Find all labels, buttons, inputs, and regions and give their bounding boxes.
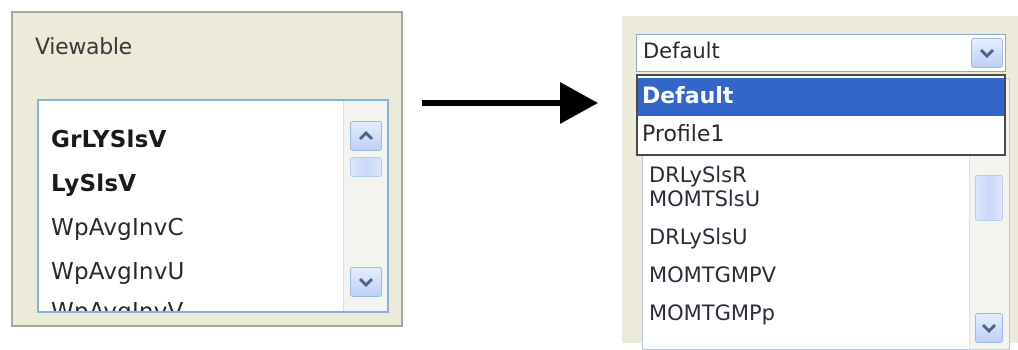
viewable-listbox[interactable]: GrLYSlsV LySlsV WpAvgInvC WpAvgInvU WpAv… <box>37 99 389 313</box>
dropdown-button[interactable] <box>971 38 1003 68</box>
scroll-down-button[interactable] <box>975 313 1003 343</box>
list-item[interactable]: DRLySlsR <box>649 163 747 187</box>
dropdown-option-default[interactable]: Default <box>638 78 1004 116</box>
vertical-scrollbar[interactable] <box>343 101 387 311</box>
scroll-down-button[interactable] <box>350 267 382 297</box>
chevron-up-icon <box>358 131 374 141</box>
scroll-up-button[interactable] <box>350 121 382 151</box>
combo-value: Default <box>643 39 720 63</box>
viewable-label: Viewable <box>35 35 132 60</box>
chevron-down-icon <box>358 277 374 287</box>
chevron-down-icon <box>979 48 995 58</box>
list-item[interactable]: LySlsV <box>51 171 136 197</box>
list-item[interactable]: GrLYSlsV <box>51 127 167 153</box>
list-item[interactable]: MOMTSlsU <box>649 187 760 211</box>
list-item[interactable]: MOMTGMPp <box>649 301 775 325</box>
list-item[interactable]: DRLySlsU <box>649 225 747 249</box>
profile-combobox[interactable]: Default <box>636 34 1006 72</box>
viewable-panel: Viewable GrLYSlsV LySlsV WpAvgInvC WpAvg… <box>11 11 403 327</box>
scroll-thumb[interactable] <box>350 157 382 177</box>
list-item[interactable]: WpAvgInvU <box>51 259 185 285</box>
chevron-down-icon <box>981 323 997 333</box>
list-item[interactable]: WpAvgInvV <box>51 299 183 311</box>
profile-dropdown-list[interactable]: Default Profile1 <box>636 74 1006 156</box>
list-item[interactable]: WpAvgInvC <box>51 215 184 241</box>
list-item[interactable]: MOMTGMPV <box>649 263 776 287</box>
arrow-right-icon <box>422 82 598 124</box>
dropdown-option-profile1[interactable]: Profile1 <box>638 116 1004 154</box>
scroll-thumb[interactable] <box>975 175 1003 221</box>
